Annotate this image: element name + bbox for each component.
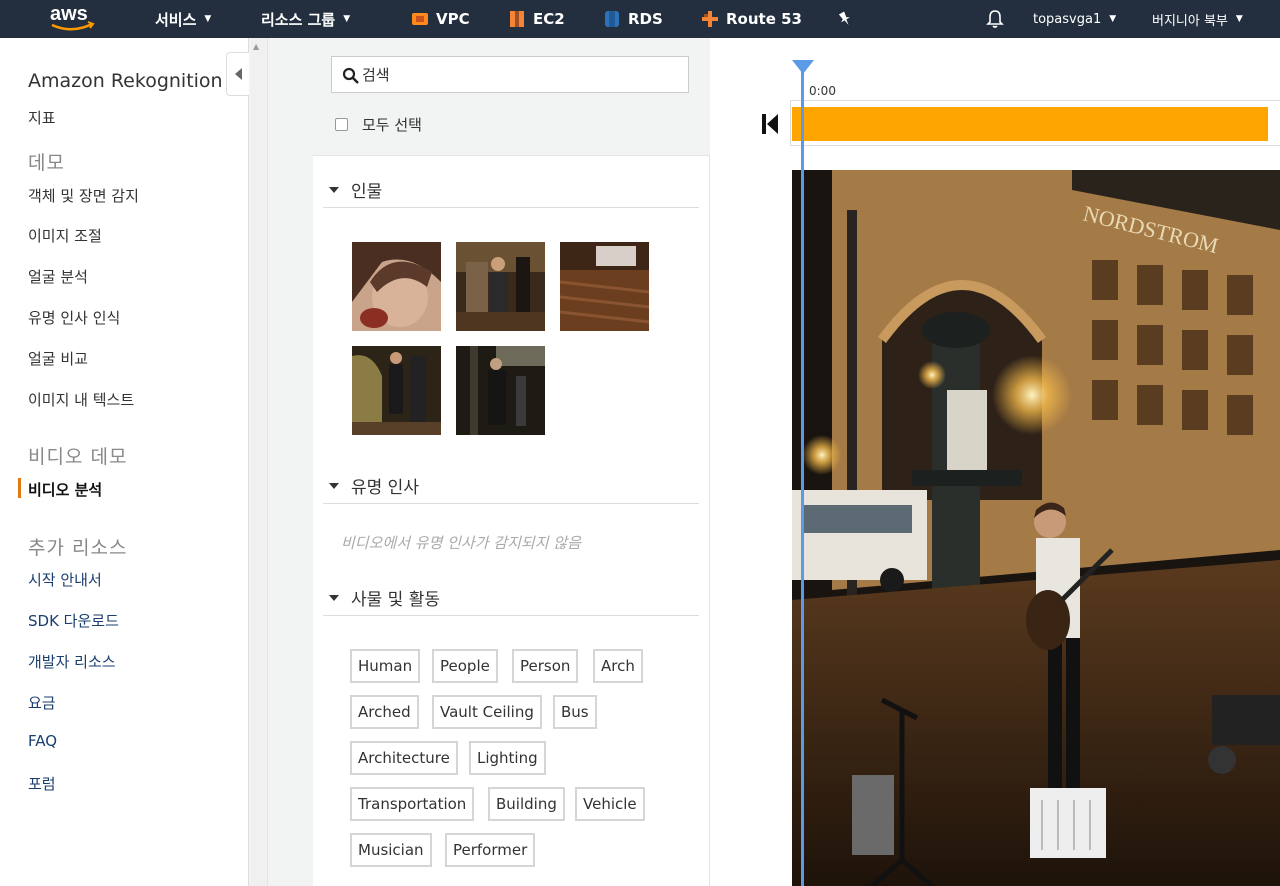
sidebar-item-faq[interactable]: FAQ: [28, 732, 57, 750]
video-frame[interactable]: NORDSTROM: [792, 170, 1280, 886]
sidebar-item-forum[interactable]: 포럼: [28, 773, 56, 794]
search-icon: [342, 67, 359, 84]
playhead-line[interactable]: [801, 70, 804, 886]
sidebar-section-video: 비디오 데모: [28, 446, 128, 468]
sidebar-item-pricing[interactable]: 요금: [28, 692, 56, 713]
notifications-button[interactable]: [986, 0, 1004, 38]
sidebar-item-metrics[interactable]: 지표: [28, 107, 56, 128]
tag-human[interactable]: Human: [350, 649, 421, 683]
chevron-down-icon: ▼: [1109, 14, 1117, 24]
tag-people[interactable]: People: [432, 649, 498, 683]
section-objects-header[interactable]: 사물 및 활동: [323, 580, 699, 616]
chevron-down-icon: ▼: [204, 14, 212, 24]
timeline-segment[interactable]: [792, 107, 1268, 141]
sidebar-collapse-button[interactable]: [226, 52, 250, 96]
tag-building[interactable]: Building: [488, 787, 565, 821]
scrollbar[interactable]: [251, 38, 268, 886]
shortcut-rds-label: RDS: [628, 10, 663, 28]
sidebar-item-video-analysis[interactable]: 비디오 분석: [28, 479, 102, 500]
sidebar: Amazon Rekognition 지표 데모 객체 및 장면 감지 이미지 …: [0, 38, 249, 886]
playhead-handle-icon[interactable]: [792, 60, 814, 74]
shortcut-ec2[interactable]: EC2: [507, 0, 565, 38]
label-filter-panel: 모두 선택 인물: [313, 38, 710, 886]
sidebar-item-celebrity-recognition[interactable]: 유명 인사 인식: [28, 307, 120, 328]
search-input[interactable]: [362, 65, 662, 84]
skip-to-start-icon[interactable]: [760, 112, 780, 136]
sidebar-item-image-moderation[interactable]: 이미지 조절: [28, 225, 102, 246]
sidebar-section-resources: 추가 리소스: [28, 537, 128, 559]
shortcut-route53-label: Route 53: [726, 10, 802, 28]
top-navigation-bar: aws 서비스 ▼ 리소스 그룹 ▼ VPC EC2 RDS Route 53 …: [0, 0, 1280, 38]
vpc-icon: [412, 13, 428, 25]
sidebar-item-getting-started[interactable]: 시작 안내서: [28, 569, 102, 590]
person-thumbnail[interactable]: [352, 346, 441, 435]
section-people-title: 인물: [351, 182, 383, 202]
aws-logo-icon[interactable]: aws: [48, 0, 98, 38]
search-box[interactable]: [331, 56, 689, 93]
triangle-down-icon: [329, 482, 339, 489]
person-thumbnail[interactable]: [456, 242, 545, 331]
shortcut-route53[interactable]: Route 53: [700, 0, 802, 38]
ec2-icon: [510, 11, 524, 27]
tag-bus[interactable]: Bus: [553, 695, 597, 729]
sidebar-title: Amazon Rekognition: [28, 70, 223, 92]
svg-text:aws: aws: [50, 3, 88, 25]
resource-groups-label: 리소스 그룹: [261, 10, 336, 29]
person-thumbnail[interactable]: [352, 242, 441, 331]
services-label: 서비스: [155, 10, 197, 29]
sidebar-item-sdk-download[interactable]: SDK 다운로드: [28, 610, 119, 631]
select-all-label: 모두 선택: [362, 116, 422, 134]
sidebar-item-face-analysis[interactable]: 얼굴 분석: [28, 266, 88, 287]
section-celebrities-title: 유명 인사: [351, 478, 419, 498]
section-celebrities-header[interactable]: 유명 인사: [323, 468, 699, 504]
chevron-down-icon: ▼: [343, 14, 351, 24]
tag-vehicle[interactable]: Vehicle: [575, 787, 645, 821]
tag-vault-ceiling[interactable]: Vault Ceiling: [432, 695, 542, 729]
sidebar-section-demo: 데모: [28, 152, 65, 174]
tag-architecture[interactable]: Architecture: [350, 741, 458, 775]
sidebar-item-object-scene[interactable]: 객체 및 장면 감지: [28, 185, 139, 206]
sidebar-item-developer-resources[interactable]: 개발자 리소스: [28, 651, 116, 672]
timeline-time-label: 0:00: [809, 84, 836, 98]
section-people-header[interactable]: 인물: [323, 172, 699, 208]
video-frame-image: NORDSTROM: [792, 170, 1280, 886]
sidebar-item-text-in-image[interactable]: 이미지 내 텍스트: [28, 389, 134, 410]
route53-icon: [702, 11, 718, 27]
rds-icon: [605, 11, 619, 27]
region-menu[interactable]: 버지니아 북부 ▼: [1152, 0, 1243, 38]
tag-performer[interactable]: Performer: [445, 833, 536, 867]
chevron-left-icon: [234, 68, 242, 80]
shortcut-vpc-label: VPC: [436, 10, 470, 28]
bell-icon: [986, 10, 1004, 28]
scroll-up-arrow-icon[interactable]: ▲: [253, 42, 259, 51]
triangle-down-icon: [329, 594, 339, 601]
tag-person[interactable]: Person: [512, 649, 579, 683]
person-thumbnail[interactable]: [560, 242, 649, 331]
services-menu[interactable]: 서비스 ▼: [155, 0, 211, 38]
no-celebrities-message: 비디오에서 유명 인사가 감지되지 않음: [341, 534, 581, 552]
shortcut-rds[interactable]: RDS: [602, 0, 663, 38]
user-name: topasvga1: [1033, 11, 1102, 27]
chevron-down-icon: ▼: [1235, 14, 1243, 24]
section-objects-title: 사물 및 활동: [351, 590, 441, 610]
tag-lighting[interactable]: Lighting: [469, 741, 546, 775]
shortcut-ec2-label: EC2: [533, 10, 565, 28]
pin-shortcuts-button[interactable]: [836, 0, 854, 38]
region-name: 버지니아 북부: [1152, 13, 1228, 29]
checkbox-box[interactable]: [335, 118, 348, 131]
pin-icon: [838, 11, 850, 26]
active-indicator: [18, 478, 21, 498]
tag-transportation[interactable]: Transportation: [350, 787, 475, 821]
sidebar-item-face-compare[interactable]: 얼굴 비교: [28, 348, 88, 369]
resource-groups-menu[interactable]: 리소스 그룹 ▼: [261, 0, 350, 38]
triangle-down-icon: [329, 186, 339, 193]
tag-arched[interactable]: Arched: [350, 695, 419, 729]
tag-arch[interactable]: Arch: [593, 649, 643, 683]
user-menu[interactable]: topasvga1 ▼: [1033, 0, 1116, 38]
shortcut-vpc[interactable]: VPC: [410, 0, 470, 38]
select-all-checkbox[interactable]: 모두 선택: [335, 114, 422, 135]
tag-musician[interactable]: Musician: [350, 833, 432, 867]
person-thumbnail[interactable]: [456, 346, 545, 435]
panel-header: 모두 선택: [313, 38, 710, 156]
